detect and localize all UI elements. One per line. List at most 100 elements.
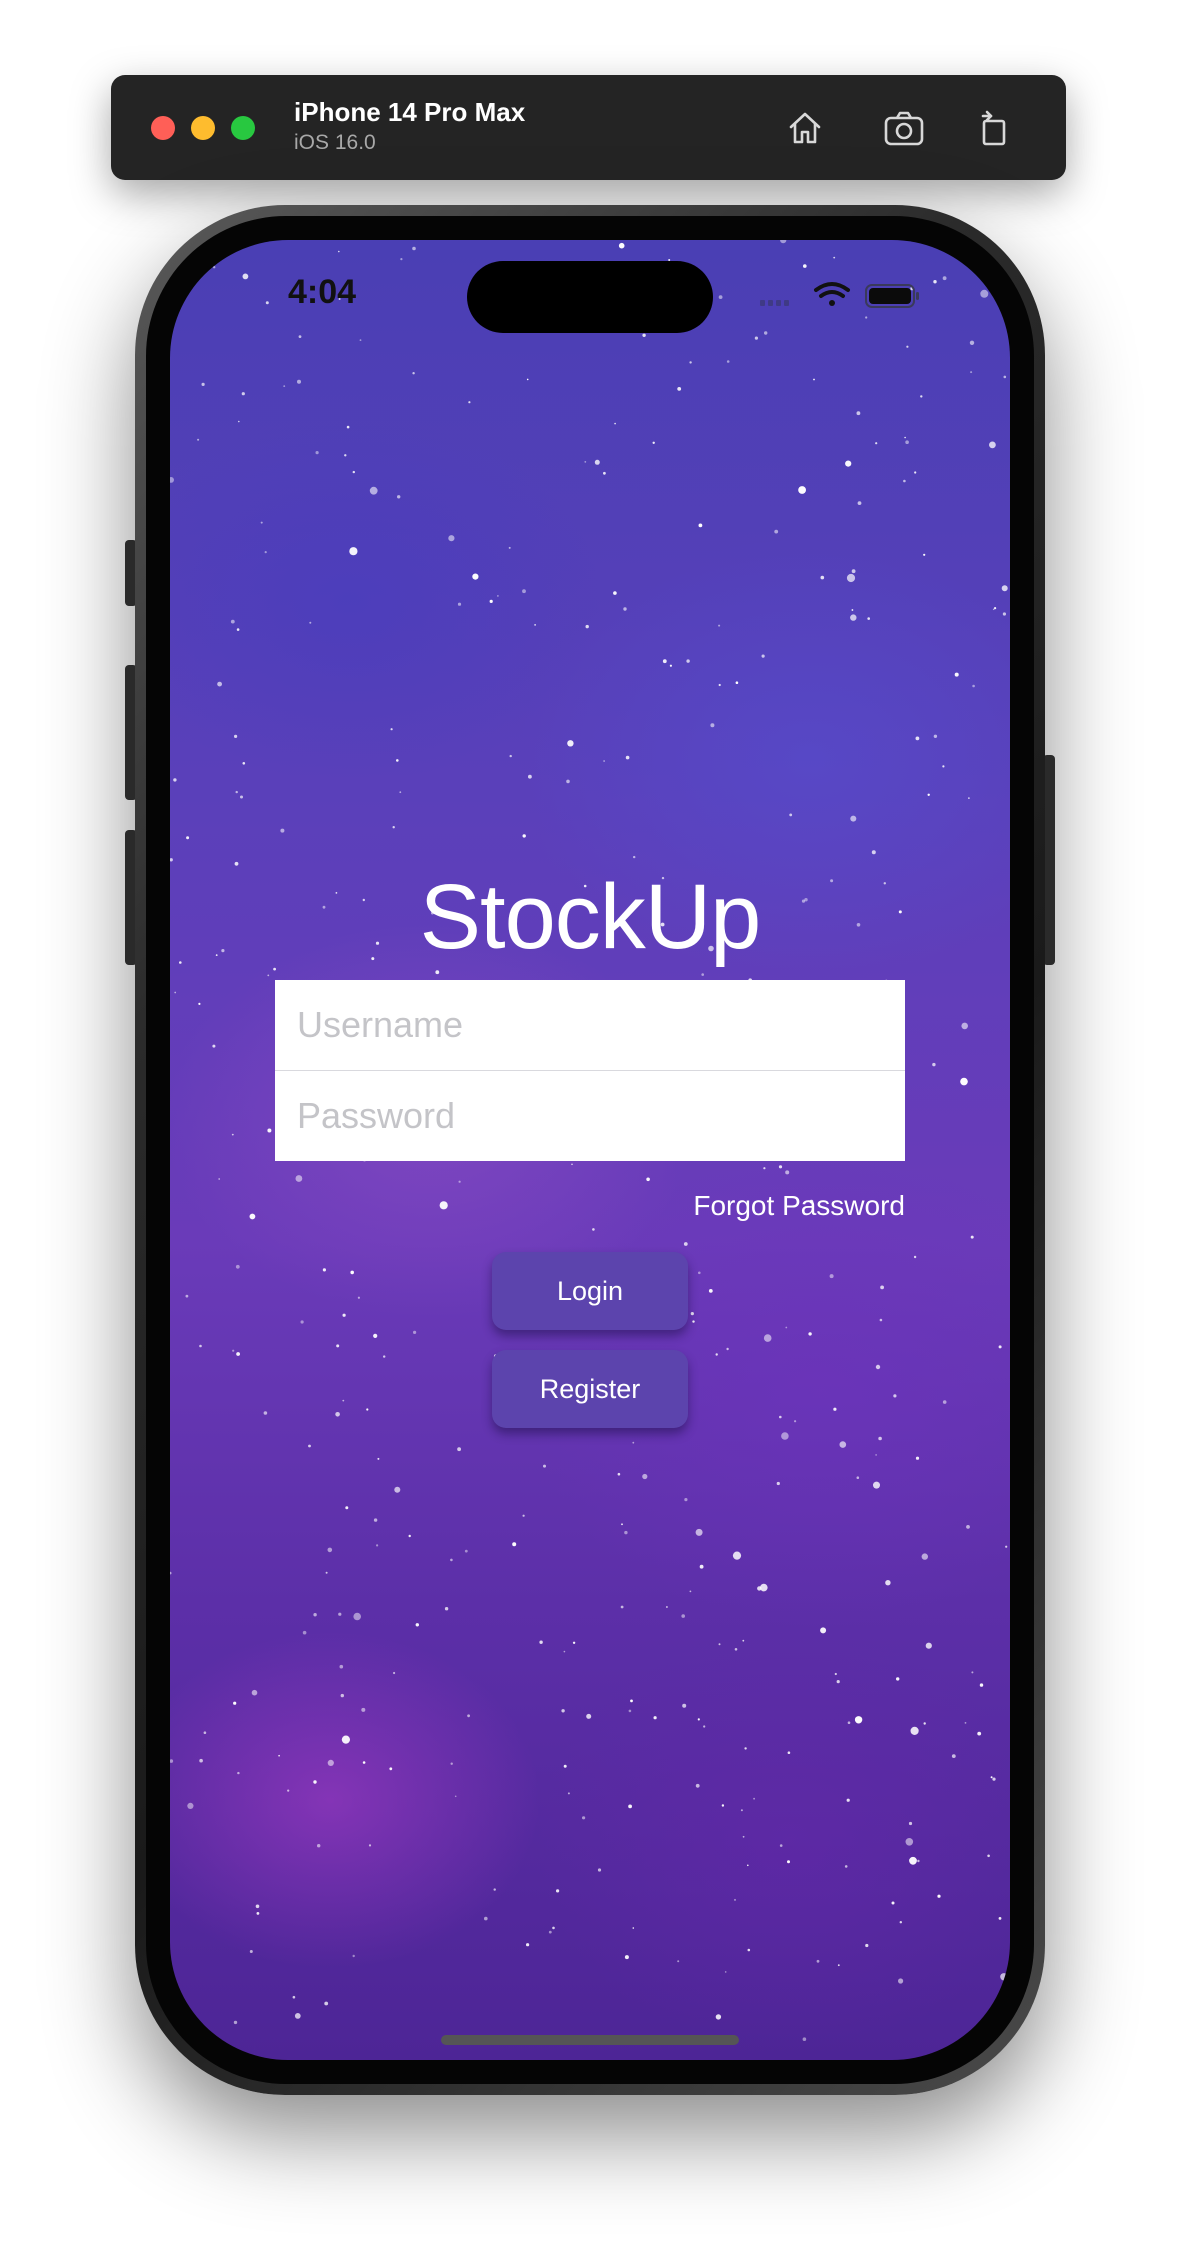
star [802, 2037, 807, 2041]
star [875, 1454, 877, 1456]
star [689, 1590, 692, 1593]
forgot-password-link[interactable]: Forgot Password [693, 1190, 905, 1222]
star [439, 1201, 448, 1210]
star [366, 1408, 369, 1411]
star [613, 591, 617, 595]
star [308, 1444, 311, 1448]
star [846, 1798, 850, 1802]
register-button[interactable]: Register [492, 1350, 688, 1428]
star [415, 1623, 419, 1627]
star [174, 991, 177, 994]
star [263, 1411, 268, 1415]
star [327, 1547, 333, 1553]
star [242, 762, 246, 765]
star [669, 664, 672, 667]
password-input[interactable] [275, 1071, 905, 1161]
star [336, 1344, 340, 1348]
zoom-window-button[interactable] [231, 116, 255, 140]
star [653, 1716, 657, 1720]
star [850, 815, 857, 822]
star [760, 1583, 768, 1592]
star [203, 1731, 207, 1734]
star [753, 1797, 755, 1800]
star [567, 740, 574, 747]
star [566, 779, 570, 784]
star [300, 1320, 304, 1324]
star [703, 1725, 706, 1728]
star [798, 486, 806, 494]
star [302, 1630, 307, 1635]
star [352, 1954, 355, 1958]
star [614, 422, 616, 425]
star [816, 1959, 820, 1963]
star [342, 1313, 346, 1317]
star [389, 1767, 393, 1771]
star [689, 361, 692, 364]
star [625, 755, 630, 760]
star [236, 1352, 240, 1356]
star [942, 765, 945, 768]
star [742, 1835, 745, 1838]
star [914, 471, 917, 474]
minimize-window-button[interactable] [191, 116, 215, 140]
star [400, 258, 403, 261]
star [721, 1804, 725, 1807]
screenshot-button[interactable] [879, 103, 929, 153]
star [960, 1077, 968, 1086]
star [212, 1044, 216, 1048]
star [742, 1639, 745, 1642]
star [885, 1580, 891, 1586]
star [464, 1549, 468, 1553]
star [295, 1175, 303, 1182]
star [735, 681, 739, 684]
star [237, 1771, 240, 1775]
star [998, 1917, 1002, 1920]
star [617, 1472, 621, 1476]
star [454, 1795, 457, 1798]
star [232, 1349, 235, 1352]
star [472, 573, 479, 580]
star [942, 1400, 947, 1404]
star [526, 378, 529, 381]
star [813, 378, 815, 381]
star [349, 547, 358, 556]
star [695, 1783, 700, 1788]
star [865, 1943, 869, 1948]
star [987, 1854, 990, 1858]
star [701, 973, 704, 976]
star [971, 1671, 974, 1674]
star [620, 1605, 624, 1609]
star [857, 501, 862, 505]
star [283, 385, 286, 387]
star [373, 1333, 378, 1338]
star [998, 1345, 1002, 1349]
star [361, 1707, 366, 1712]
star [556, 1889, 560, 1893]
star [249, 1950, 253, 1953]
star [1000, 1973, 1008, 1981]
star [808, 1332, 812, 1336]
star [628, 1804, 632, 1809]
star [233, 1701, 237, 1705]
star [780, 240, 787, 244]
star [699, 1564, 704, 1569]
star [851, 569, 856, 574]
star [899, 1921, 902, 1924]
username-input[interactable] [275, 980, 905, 1070]
star [187, 1802, 194, 1809]
star [251, 1689, 258, 1696]
star [325, 1571, 328, 1574]
login-button[interactable]: Login [492, 1252, 688, 1330]
star [789, 813, 793, 817]
star [904, 436, 906, 439]
rotate-button[interactable] [969, 103, 1019, 153]
star [249, 1213, 256, 1220]
star [197, 438, 200, 441]
star [267, 1128, 272, 1133]
star [961, 1022, 968, 1030]
star [1003, 375, 1007, 379]
close-window-button[interactable] [151, 116, 175, 140]
home-button[interactable] [780, 103, 830, 153]
star [489, 599, 493, 603]
star [230, 619, 235, 624]
